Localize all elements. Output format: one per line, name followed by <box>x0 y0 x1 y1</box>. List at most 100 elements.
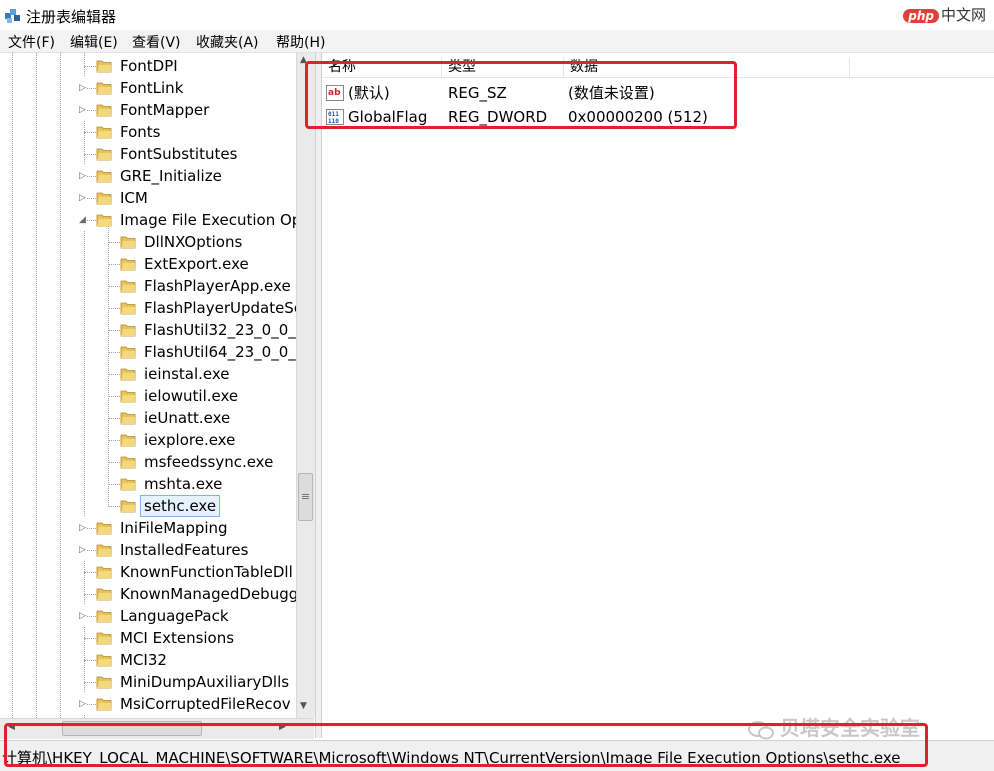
tree-connector <box>84 154 96 155</box>
tree-node-label: ieUnatt.exe <box>144 409 231 427</box>
tree-node[interactable]: MiniDumpAuxiliaryDlls <box>0 671 296 693</box>
pane-splitter[interactable] <box>315 53 322 738</box>
folder-icon <box>120 346 136 359</box>
tree-node[interactable]: ielowutil.exe <box>0 385 296 407</box>
tree-connector <box>84 638 96 639</box>
registry-tree[interactable]: FontDPI ▷ FontLink ▷ FontMapper Fonts FontSubs… <box>0 53 296 718</box>
tree-connector <box>108 418 120 419</box>
tree-node-label: IniFileMapping <box>120 519 228 537</box>
tree-node[interactable]: ieUnatt.exe <box>0 407 296 429</box>
tree-node[interactable]: KnownFunctionTableDll <box>0 561 296 583</box>
tree-node[interactable]: ▷ ICM <box>0 187 296 209</box>
tree-node-label: mshta.exe <box>144 475 223 493</box>
tree-node[interactable]: FontSubstitutes <box>0 143 296 165</box>
scroll-down-icon[interactable]: ▼ <box>300 701 307 711</box>
tree-node[interactable]: DllNXOptions <box>0 231 296 253</box>
tree-node-label: ExtExport.exe <box>144 255 249 273</box>
tree-node-label: msfeedssync.exe <box>144 453 274 471</box>
tree-connector <box>108 264 120 265</box>
tree-connector <box>108 396 120 397</box>
expand-icon[interactable]: ▷ <box>79 165 86 187</box>
expand-icon[interactable]: ▷ <box>79 517 86 539</box>
tree-connector <box>108 330 120 331</box>
tree-connector <box>108 484 120 485</box>
tree-node[interactable]: MCI Extensions <box>0 627 296 649</box>
tree-node[interactable]: ExtExport.exe <box>0 253 296 275</box>
tree-node-label: DllNXOptions <box>144 233 243 251</box>
tree-vertical-scrollbar[interactable]: ▲ ▼ <box>296 53 315 718</box>
folder-icon <box>96 192 112 205</box>
tree-node[interactable]: ieinstal.exe <box>0 363 296 385</box>
tree-node-label: MCI Extensions <box>120 629 235 647</box>
values-list[interactable]: 名称 类型 数据 ab (默认) REG_SZ (数值未设置) 011 110 … <box>322 53 994 738</box>
tree-node[interactable]: mshta.exe <box>0 473 296 495</box>
menu-bar: 文件(F) 编辑(E) 查看(V) 收藏夹(A) 帮助(H) <box>0 30 994 53</box>
tree-node[interactable]: ◢ Image File Execution Op <box>0 209 296 231</box>
tree-node-label: MCI32 <box>120 651 167 669</box>
tree-node-label: ielowutil.exe <box>144 387 239 405</box>
tree-node[interactable]: MCI32 <box>0 649 296 671</box>
folder-icon <box>96 60 112 73</box>
tree-node-label: KnownManagedDebugg <box>120 585 296 603</box>
tree-node[interactable]: ▷ IniFileMapping <box>0 517 296 539</box>
tree-connector <box>108 308 120 309</box>
tree-connector <box>108 242 120 243</box>
folder-icon <box>96 82 112 95</box>
tree-node[interactable]: Fonts <box>0 121 296 143</box>
tree-node[interactable]: FlashUtil64_23_0_0_2 <box>0 341 296 363</box>
folder-icon <box>120 478 136 491</box>
tree-node[interactable]: sethc.exe <box>0 495 296 517</box>
tree-connector <box>108 286 120 287</box>
tree-node[interactable]: FontDPI <box>0 55 296 77</box>
menu-edit[interactable]: 编辑(E) <box>70 32 118 52</box>
tree-connector <box>84 66 96 67</box>
tree-node-label: ieinstal.exe <box>144 365 230 383</box>
tree-node[interactable]: FlashPlayerUpdateSe <box>0 297 296 319</box>
tree-connector <box>108 440 120 441</box>
highlight-box-values <box>305 61 737 129</box>
tree-node[interactable]: iexplore.exe <box>0 429 296 451</box>
folder-icon <box>96 676 112 689</box>
tree-node[interactable]: ▷ LanguagePack <box>0 605 296 627</box>
tree-node[interactable]: ▷ GRE_Initialize <box>0 165 296 187</box>
menu-favorites[interactable]: 收藏夹(A) <box>196 32 259 52</box>
folder-icon <box>96 214 112 227</box>
tree-node-label: LanguagePack <box>120 607 229 625</box>
tree-node[interactable]: ▷ MsiCorruptedFileRecov <box>0 693 296 715</box>
tree-node[interactable]: KnownManagedDebugg <box>0 583 296 605</box>
tree-node-label: InstalledFeatures <box>120 541 249 559</box>
tree-node-label: FontLink <box>120 79 184 97</box>
menu-view[interactable]: 查看(V) <box>132 32 181 52</box>
folder-icon <box>120 302 136 315</box>
tree-node[interactable]: ▷ FontLink <box>0 77 296 99</box>
tree-node-label: Image File Execution Op <box>120 211 296 229</box>
collapse-icon[interactable]: ◢ <box>79 209 86 231</box>
tree-node-label: iexplore.exe <box>144 431 236 449</box>
tree-connector <box>84 660 96 661</box>
regedit-app-icon <box>5 9 20 23</box>
expand-icon[interactable]: ▷ <box>79 77 86 99</box>
tree-node[interactable]: FlashPlayerApp.exe <box>0 275 296 297</box>
scroll-thumb[interactable] <box>298 473 313 521</box>
watermark-site-text: 中文网 <box>940 6 986 24</box>
tree-node-label: FontSubstitutes <box>120 145 238 163</box>
menu-file[interactable]: 文件(F) <box>8 32 55 52</box>
tree-node[interactable]: FlashUtil32_23_0_0_2 <box>0 319 296 341</box>
folder-icon <box>96 522 112 535</box>
expand-icon[interactable]: ▷ <box>79 605 86 627</box>
expand-icon[interactable]: ▷ <box>79 187 86 209</box>
folder-icon <box>96 126 112 139</box>
tree-node-label: Fonts <box>120 123 161 141</box>
watermark-top: php 中文网 <box>903 4 986 25</box>
expand-icon[interactable]: ▷ <box>79 693 86 715</box>
menu-help[interactable]: 帮助(H) <box>276 32 325 52</box>
tree-connector <box>84 572 96 573</box>
tree-node[interactable]: ▷ FontMapper <box>0 99 296 121</box>
tree-connector <box>108 374 120 375</box>
tree-node[interactable]: msfeedssync.exe <box>0 451 296 473</box>
tree-connector <box>108 506 120 507</box>
expand-icon[interactable]: ▷ <box>79 539 86 561</box>
tree-node[interactable]: ▷ InstalledFeatures <box>0 539 296 561</box>
expand-icon[interactable]: ▷ <box>79 99 86 121</box>
tree-connector <box>108 462 120 463</box>
